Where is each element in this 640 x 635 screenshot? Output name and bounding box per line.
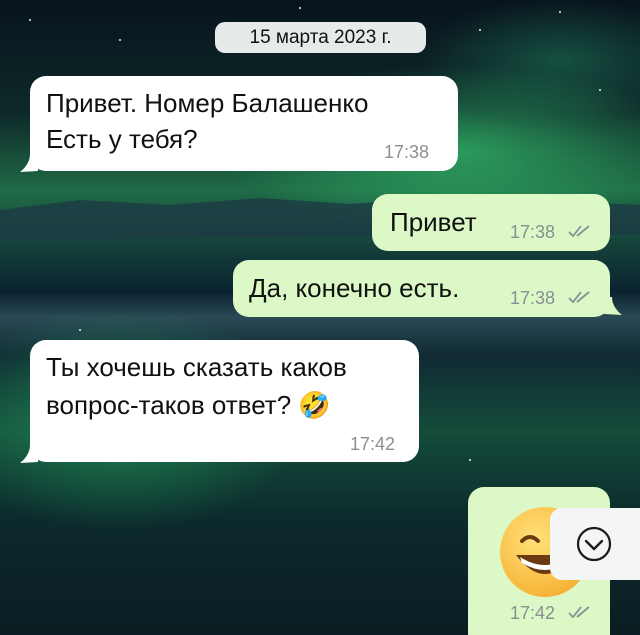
message-time: 17:38 [510,222,556,242]
bubble-tail [20,154,38,172]
message-text-line: вопрос-таков ответ? 🤣 [46,390,331,420]
message-text-line: Ты хочешь сказать каков [46,352,347,382]
double-check-icon [568,291,590,304]
date-separator: 15 марта 2023 г. [215,22,426,53]
message-outgoing[interactable]: Да, конечно есть. 17:38 [233,260,610,317]
message-text: Привет [390,207,477,237]
message-time: 17:42 [350,434,396,454]
message-time: 17:38 [510,288,556,308]
message-text-line: Есть у тебя? [46,124,198,154]
chevron-down-circle-icon [576,526,612,562]
message-time: 17:38 [384,142,430,162]
message-text-line: Привет. Номер Балашенко [46,88,369,118]
message-text: Да, конечно есть. [249,273,460,303]
message-time: 17:42 [510,603,556,623]
double-check-icon [568,606,590,619]
bubble-tail [20,445,38,463]
bubble-tail [604,297,622,315]
message-outgoing[interactable]: Привет 17:38 [372,194,610,251]
double-check-icon [568,225,590,238]
message-incoming[interactable]: Привет. Номер Балашенко Есть у тебя? 17:… [30,76,458,171]
scroll-to-bottom-button[interactable] [550,508,640,580]
message-incoming[interactable]: Ты хочешь сказать каков вопрос-таков отв… [30,340,419,462]
